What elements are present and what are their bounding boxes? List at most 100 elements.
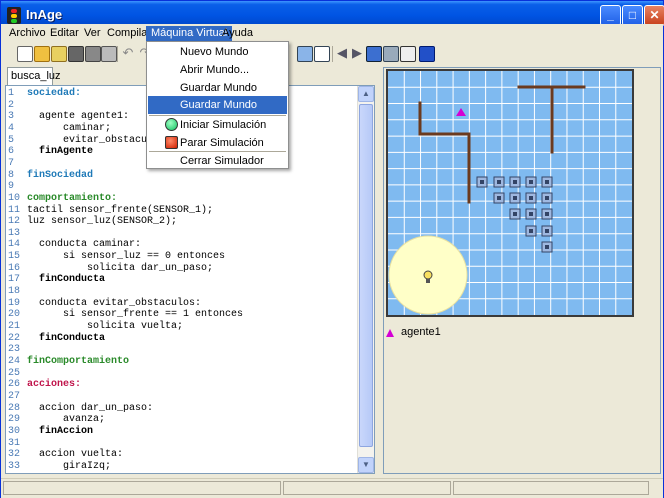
code-text: accion vuelta: bbox=[27, 449, 124, 461]
line-number: 20 bbox=[8, 309, 21, 321]
obstacle-box-core bbox=[513, 196, 517, 200]
line-number: 11 bbox=[8, 204, 21, 216]
line-number: 27 bbox=[8, 390, 21, 402]
scroll-up-icon[interactable]: ▲ bbox=[358, 86, 374, 102]
obstacle-box-core bbox=[545, 245, 549, 249]
code-text: solicita dar_un_paso; bbox=[27, 262, 214, 274]
help-icon[interactable] bbox=[419, 46, 435, 62]
line-number: 22 bbox=[8, 332, 21, 344]
line-number: 9 bbox=[8, 181, 15, 193]
line-number: 32 bbox=[8, 449, 21, 461]
back-icon[interactable]: ◀ bbox=[334, 46, 350, 62]
obstacle-box-core bbox=[545, 229, 549, 233]
agent-marker-icon bbox=[386, 329, 394, 337]
code-text: accion dar_un_paso: bbox=[27, 402, 154, 414]
code-text: tactil sensor_frente(SENSOR_1); bbox=[27, 204, 214, 216]
menu-ayuda[interactable]: Ayuda bbox=[217, 26, 258, 41]
code-text: finConducta bbox=[27, 332, 106, 344]
undo-icon[interactable]: ↶ bbox=[120, 46, 136, 62]
line-number: 16 bbox=[8, 262, 21, 274]
code-text: agente agente1: bbox=[27, 111, 130, 123]
line-number: 31 bbox=[8, 437, 21, 449]
toolbar: ↶ ↷ ◀ ▶ bbox=[1, 43, 663, 65]
line-number: 1 bbox=[8, 88, 15, 99]
menu-archivo[interactable]: Archivo bbox=[4, 26, 51, 41]
code-text: finComportamiento bbox=[27, 355, 130, 367]
open-icon[interactable] bbox=[34, 46, 50, 62]
vertical-scrollbar[interactable]: ▲ ▼ bbox=[357, 86, 374, 473]
menu-iniciar-simulacion[interactable]: Iniciar Simulación bbox=[148, 116, 287, 134]
window-title: InAge bbox=[26, 7, 63, 22]
obstacle-box-core bbox=[529, 196, 533, 200]
obstacle-box-core bbox=[545, 180, 549, 184]
line-number: 26 bbox=[8, 379, 21, 391]
line-number: 10 bbox=[8, 192, 21, 204]
code-text: conducta evitar_obstaculos: bbox=[27, 297, 202, 309]
obstacle-box-core bbox=[529, 180, 533, 184]
menu-nuevo-mundo[interactable]: Nuevo Mundo bbox=[148, 43, 287, 61]
line-number: 4 bbox=[8, 122, 15, 134]
code-text: luz sensor_luz(SENSOR_2); bbox=[27, 216, 178, 228]
compile-icon[interactable] bbox=[101, 46, 117, 62]
status-bar bbox=[1, 478, 663, 498]
close-button[interactable]: ✕ bbox=[644, 5, 664, 26]
menu-guardar-mundo-como[interactable]: Guardar Mundo como... bbox=[148, 96, 287, 129]
code-text: finAccion bbox=[27, 425, 94, 437]
line-number: 8 bbox=[8, 169, 15, 181]
agent-label[interactable]: agente1 bbox=[401, 326, 441, 338]
line-number: 33 bbox=[8, 460, 21, 472]
obstacle-box-core bbox=[545, 196, 549, 200]
menu-abrir-mundo[interactable]: Abrir Mundo... bbox=[148, 61, 287, 79]
traffic-light-icon bbox=[7, 7, 21, 24]
menu-parar-simulacion[interactable]: Parar Simulación bbox=[148, 134, 287, 152]
panel-splitter[interactable] bbox=[375, 67, 383, 474]
object-icon[interactable] bbox=[366, 46, 382, 62]
forward-icon[interactable]: ▶ bbox=[349, 46, 365, 62]
line-number: 5 bbox=[8, 134, 15, 146]
world-grid bbox=[388, 71, 632, 315]
obstacle-box-core bbox=[480, 180, 484, 184]
light-bulb-icon bbox=[423, 270, 433, 280]
agent-icon[interactable] bbox=[314, 46, 330, 62]
line-number: 3 bbox=[8, 111, 15, 123]
red-square-icon bbox=[165, 136, 178, 149]
line-number: 30 bbox=[8, 425, 21, 437]
line-number: 13 bbox=[8, 227, 21, 239]
obstacle-box-core bbox=[529, 229, 533, 233]
line-number: 14 bbox=[8, 239, 21, 251]
open-folder-icon[interactable] bbox=[51, 46, 67, 62]
line-number: 21 bbox=[8, 321, 21, 332]
minimize-button[interactable]: _ bbox=[600, 5, 621, 26]
code-text: giraIzq; bbox=[27, 460, 112, 472]
tab-busca-luz[interactable]: busca_luz bbox=[7, 67, 61, 85]
menu-editar[interactable]: Editar bbox=[45, 26, 84, 41]
code-text: si sensor_luz == 0 entonces bbox=[27, 251, 226, 263]
world-icon[interactable] bbox=[297, 46, 313, 62]
simulation-world[interactable] bbox=[386, 69, 634, 317]
menu-bar: Archivo Editar Ver Compilar Máquina Virt… bbox=[1, 24, 663, 42]
line-number: 23 bbox=[8, 344, 21, 356]
code-text: caminar; bbox=[27, 122, 112, 134]
scroll-thumb[interactable] bbox=[359, 104, 373, 447]
paint-icon[interactable] bbox=[383, 46, 399, 62]
status-cell-1 bbox=[3, 481, 281, 495]
robot-icon[interactable] bbox=[400, 46, 416, 62]
code-text: avanza; bbox=[27, 414, 106, 426]
scroll-down-icon[interactable]: ▼ bbox=[358, 457, 374, 473]
obstacle-box-core bbox=[497, 180, 501, 184]
save-all-icon[interactable] bbox=[85, 46, 101, 62]
obstacle-box-core bbox=[545, 212, 549, 216]
new-icon[interactable] bbox=[17, 46, 33, 62]
save-icon[interactable] bbox=[68, 46, 84, 62]
maquina-virtual-menu: Nuevo Mundo Abrir Mundo... Guardar Mundo… bbox=[146, 41, 289, 169]
line-number: 29 bbox=[8, 414, 21, 426]
code-text: acciones: bbox=[27, 379, 82, 391]
line-number: 18 bbox=[8, 286, 21, 298]
line-number: 6 bbox=[8, 146, 15, 158]
menu-cerrar-simulador[interactable]: Cerrar Simulador bbox=[148, 152, 287, 170]
line-number: 2 bbox=[8, 99, 15, 111]
maximize-button[interactable]: □ bbox=[622, 5, 643, 26]
line-number: 24 bbox=[8, 355, 21, 367]
menu-guardar-mundo[interactable]: Guardar Mundo bbox=[148, 79, 287, 97]
code-text: finAgente bbox=[27, 146, 94, 158]
